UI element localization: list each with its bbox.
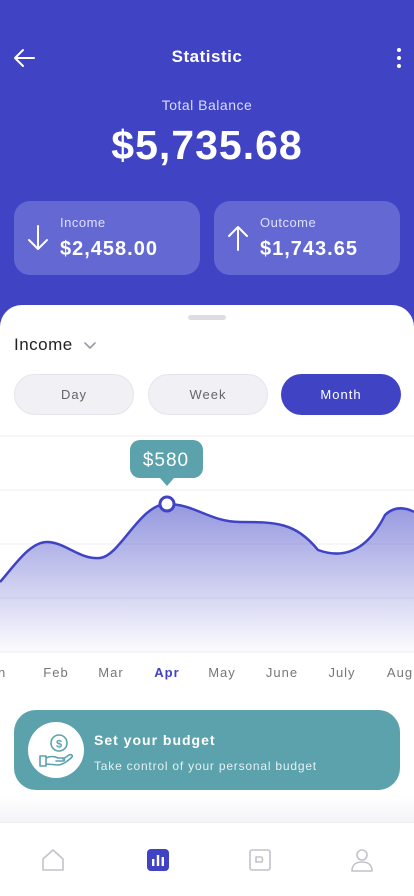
outcome-value: $1,743.65	[260, 238, 358, 260]
tab-wallet[interactable]	[245, 845, 275, 875]
period-day-button[interactable]: Day	[14, 374, 134, 415]
x-axis-label-2: Mar	[98, 665, 123, 680]
more-options-button[interactable]	[392, 44, 406, 72]
x-axis-label-1: Feb	[43, 665, 68, 680]
tab-profile[interactable]	[347, 845, 377, 875]
x-axis-labels: an Feb Mar Apr May June July Aug	[0, 665, 413, 680]
total-balance-amount: $5,735.68	[111, 122, 303, 168]
income-label: Income	[60, 215, 106, 230]
statistics-sheet: Income Day Week Month $580 an Feb Mar Apr Ma…	[0, 305, 414, 896]
arrow-down-icon	[28, 225, 48, 250]
period-month-button[interactable]: Month	[281, 374, 401, 415]
income-chart[interactable]: $580 an Feb Mar Apr May June July Aug	[0, 430, 414, 690]
x-axis-label-0: an	[0, 665, 6, 680]
home-icon	[42, 849, 64, 871]
wallet-icon	[249, 849, 271, 871]
x-axis-label-7: Aug	[387, 665, 413, 680]
dot-icon	[397, 64, 401, 68]
set-budget-card[interactable]: $ Set your budget Take control of your p…	[14, 710, 400, 790]
x-axis-label-3: Apr	[154, 665, 179, 680]
total-balance-label: Total Balance	[161, 97, 253, 113]
dropdown-value: Income	[14, 335, 73, 354]
income-card[interactable]: Income $2,458.00	[14, 201, 200, 275]
tab-home[interactable]	[38, 845, 68, 875]
bottom-tab-bar	[0, 822, 414, 896]
budget-title: Set your budget	[94, 732, 216, 748]
value-tooltip: $580	[130, 440, 203, 486]
period-week-button[interactable]: Week	[148, 374, 268, 415]
money-hand-icon: $	[28, 722, 84, 778]
income-value: $2,458.00	[60, 238, 158, 260]
category-dropdown[interactable]: Income	[14, 335, 97, 355]
header: Statistic Total Balance $5,735.68 Income…	[0, 0, 414, 320]
tab-statistics[interactable]	[143, 845, 173, 875]
dot-icon	[397, 48, 401, 52]
budget-subtitle: Take control of your personal budget	[94, 759, 317, 773]
highlight-point[interactable]	[158, 495, 176, 513]
dot-icon	[397, 56, 401, 60]
chevron-down-icon	[83, 342, 96, 349]
stats-icon	[147, 849, 169, 871]
x-axis-label-5: June	[266, 665, 298, 680]
outcome-label: Outcome	[260, 215, 317, 230]
chart-area	[0, 504, 414, 652]
profile-icon	[351, 849, 373, 872]
arrow-up-icon	[228, 226, 248, 251]
content-fade	[0, 795, 414, 823]
svg-text:$: $	[56, 739, 62, 751]
x-axis-label-4: May	[208, 665, 236, 680]
outcome-card[interactable]: Outcome $1,743.65	[214, 201, 400, 275]
tooltip-value: $580	[143, 450, 189, 471]
drag-handle[interactable]	[188, 315, 226, 320]
x-axis-label-6: July	[328, 665, 355, 680]
page-title: Statistic	[171, 47, 243, 66]
